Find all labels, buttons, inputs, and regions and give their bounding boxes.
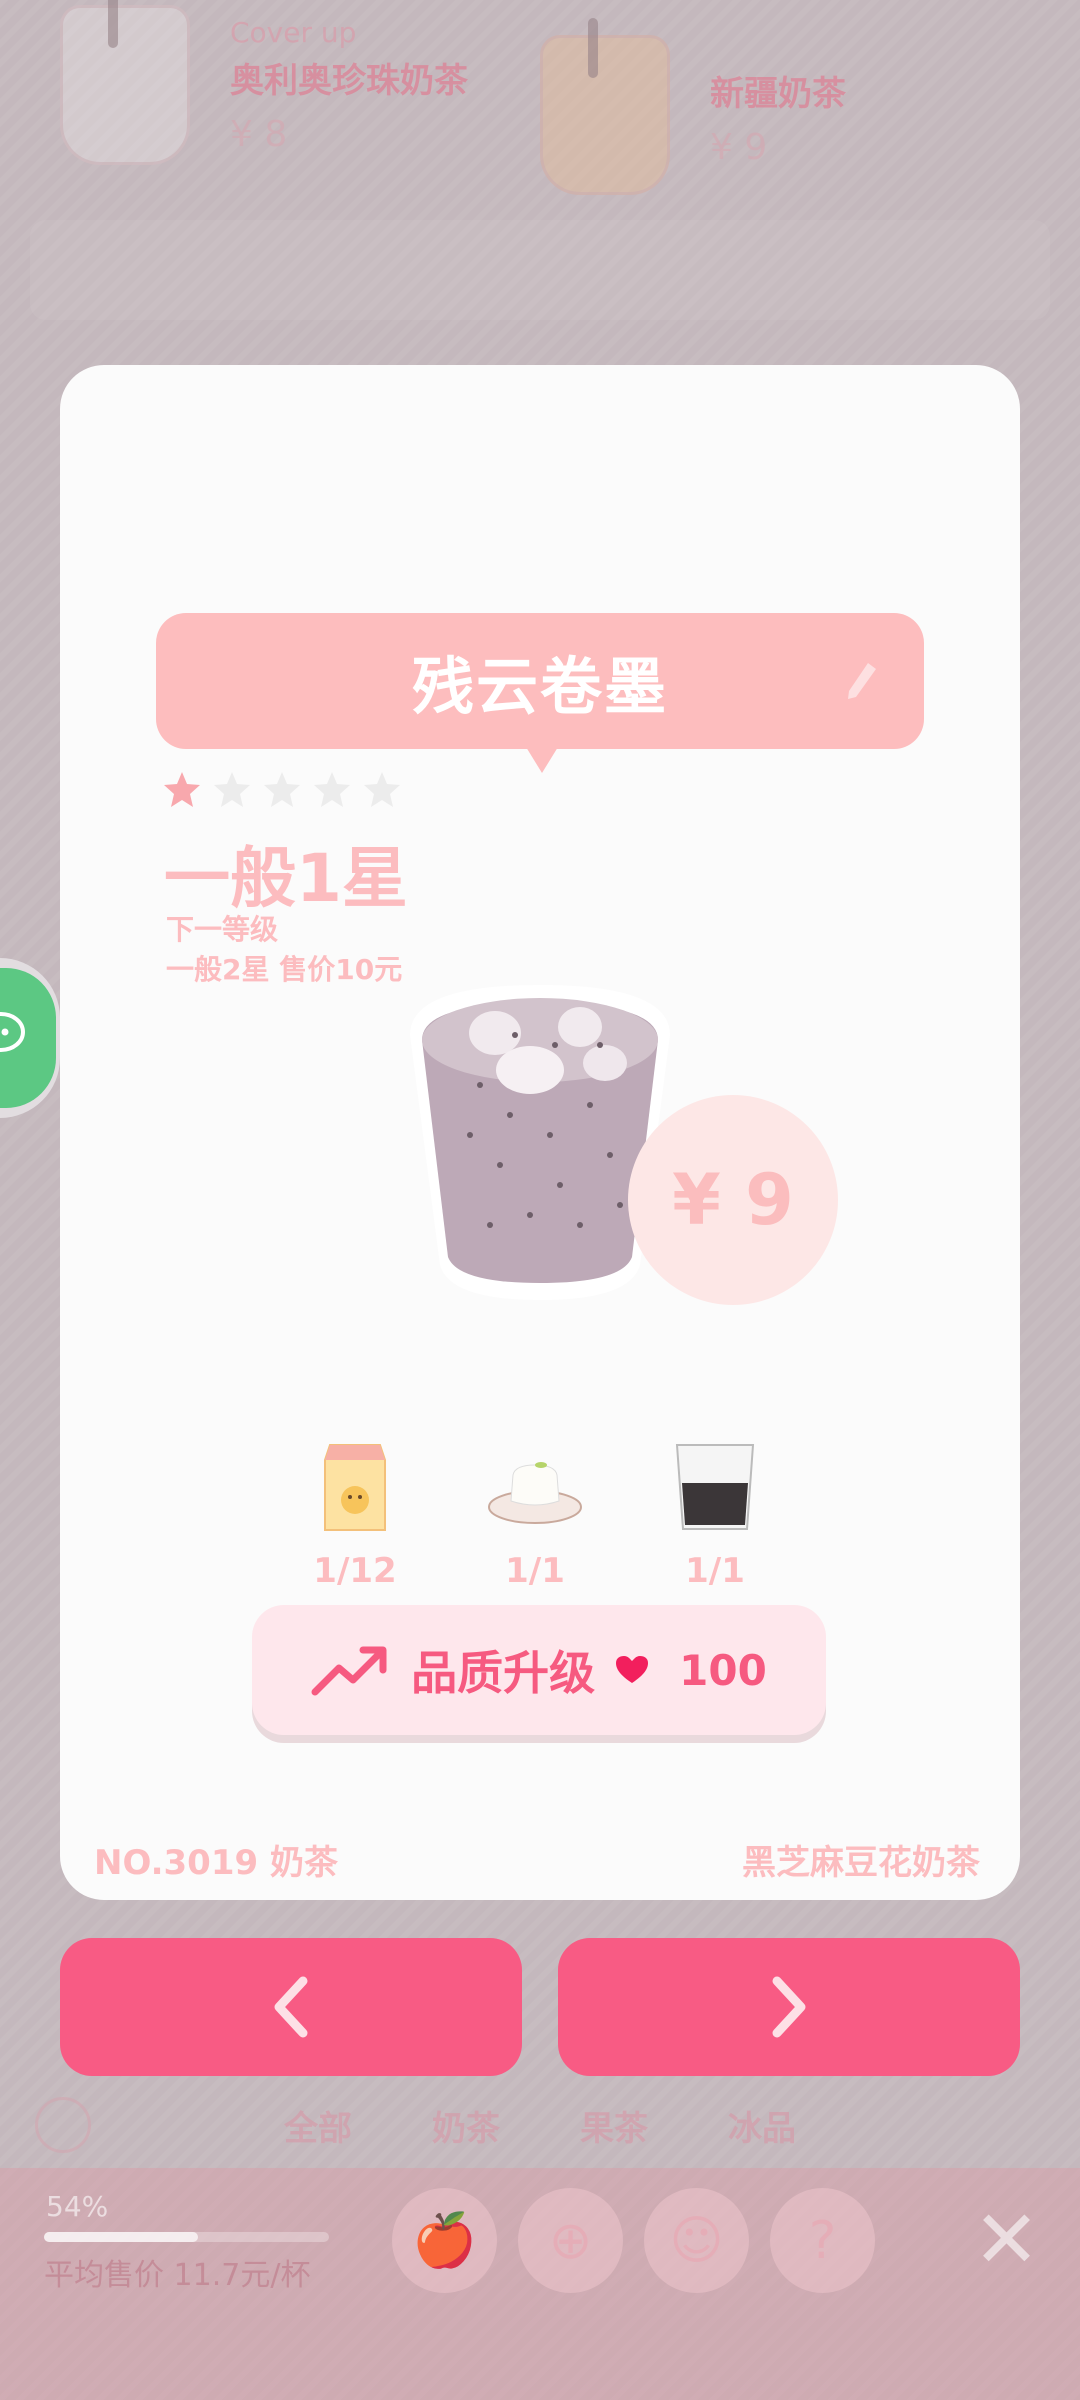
milk-carton-icon (324, 1444, 386, 1531)
star-empty-icon (314, 772, 350, 807)
trend-up-icon (311, 1646, 387, 1696)
drink-cup-icon (540, 18, 670, 195)
ingredient-count: 1/1 (685, 1551, 745, 1591)
card-tag: Cover up (230, 15, 357, 49)
next-level-label: 下一等级 (166, 913, 279, 946)
wechat-icon (0, 1012, 25, 1052)
star-rating (162, 770, 402, 810)
bottom-bar: 54% 平均售价 11.7元/杯 🍎 ⊕ ☺ ? ✕ (0, 2168, 1080, 2400)
star-empty-icon (264, 772, 300, 807)
filter-milk-tea: 奶茶 (432, 2108, 500, 2149)
card-price: ¥ 9 (710, 127, 768, 168)
progress-percent: 54% (46, 2190, 109, 2223)
upgrade-label: 品质升级 (411, 1646, 596, 1700)
ingredient-item: 1/1 (470, 1435, 600, 1591)
average-price: 平均售价 11.7元/杯 (44, 2258, 311, 2293)
drink-full-name: 黑芝麻豆花奶茶 (742, 1843, 980, 1883)
help-icon: ? (770, 2188, 875, 2293)
drink-title: 残云卷墨 (411, 650, 668, 723)
ingredient-count: 1/12 (313, 1551, 397, 1591)
star-empty-icon (214, 772, 250, 807)
card-name: 新疆奶茶 (710, 74, 846, 114)
rank-text: 一般1星 (164, 840, 408, 917)
chevron-left-icon (274, 1976, 308, 2038)
chevron-right-icon (772, 1976, 806, 2038)
upgrade-cost: 100 (679, 1645, 767, 1695)
filter-ice: 冰品 (728, 2108, 796, 2149)
drink-title-bubble: 残云卷墨 (156, 613, 924, 773)
background-shelf (30, 220, 1050, 320)
next-level-value: 一般2星 售价10元 (166, 953, 403, 986)
drink-number-category: NO.3019 奶茶 (94, 1843, 338, 1883)
cup-add-icon: ⊕ (518, 2188, 623, 2293)
drink-cup-icon (60, 0, 190, 165)
ingredient-count: 1/1 (505, 1551, 565, 1591)
apple-icon: 🍎 (392, 2188, 497, 2293)
drink-detail-modal: 残云卷墨 一般1星 下一等级 一般2星 售价10元 ¥ 9 1/12 1/1 1… (60, 365, 1020, 1900)
star-empty-icon (364, 772, 400, 807)
price-text: ¥ 9 (672, 1159, 794, 1241)
next-drink-button[interactable] (558, 1938, 1020, 2076)
ingredient-item: 1/1 (650, 1435, 780, 1591)
black-sesame-cup-icon (675, 1444, 755, 1530)
person-add-icon: ☺ (644, 2188, 749, 2293)
quality-upgrade-button[interactable]: 品质升级 100 (252, 1605, 826, 1735)
progress-track (44, 2232, 329, 2242)
ingredient-item: 1/12 (290, 1435, 420, 1591)
star-filled-icon (164, 772, 200, 807)
category-filter: 全部 奶茶 果茶 冰品 (0, 2095, 1080, 2155)
background-drink-card: 新疆奶茶 ¥ 9 (480, 10, 980, 220)
progress-fill (44, 2232, 198, 2242)
filter-fruit-tea: 果茶 (580, 2108, 648, 2149)
price-badge: ¥ 9 (628, 1095, 838, 1305)
heart-icon (616, 1656, 649, 1683)
wechat-share-inner (0, 968, 56, 1108)
ingredient-list: 1/12 1/1 1/1 (290, 1435, 790, 1595)
filter-toggle-icon (35, 2097, 91, 2153)
background-drink-card: Cover up 奥利奥珍珠奶茶 ¥ 8 (0, 0, 500, 190)
card-name: 奥利奥珍珠奶茶 (230, 60, 468, 101)
edit-pencil-icon[interactable] (844, 659, 880, 703)
card-price: ¥ 8 (230, 113, 288, 155)
close-icon: ✕ (972, 2193, 1040, 2286)
tofu-pudding-icon (488, 1462, 582, 1524)
filter-all: 全部 (284, 2108, 352, 2149)
previous-drink-button[interactable] (60, 1938, 522, 2076)
